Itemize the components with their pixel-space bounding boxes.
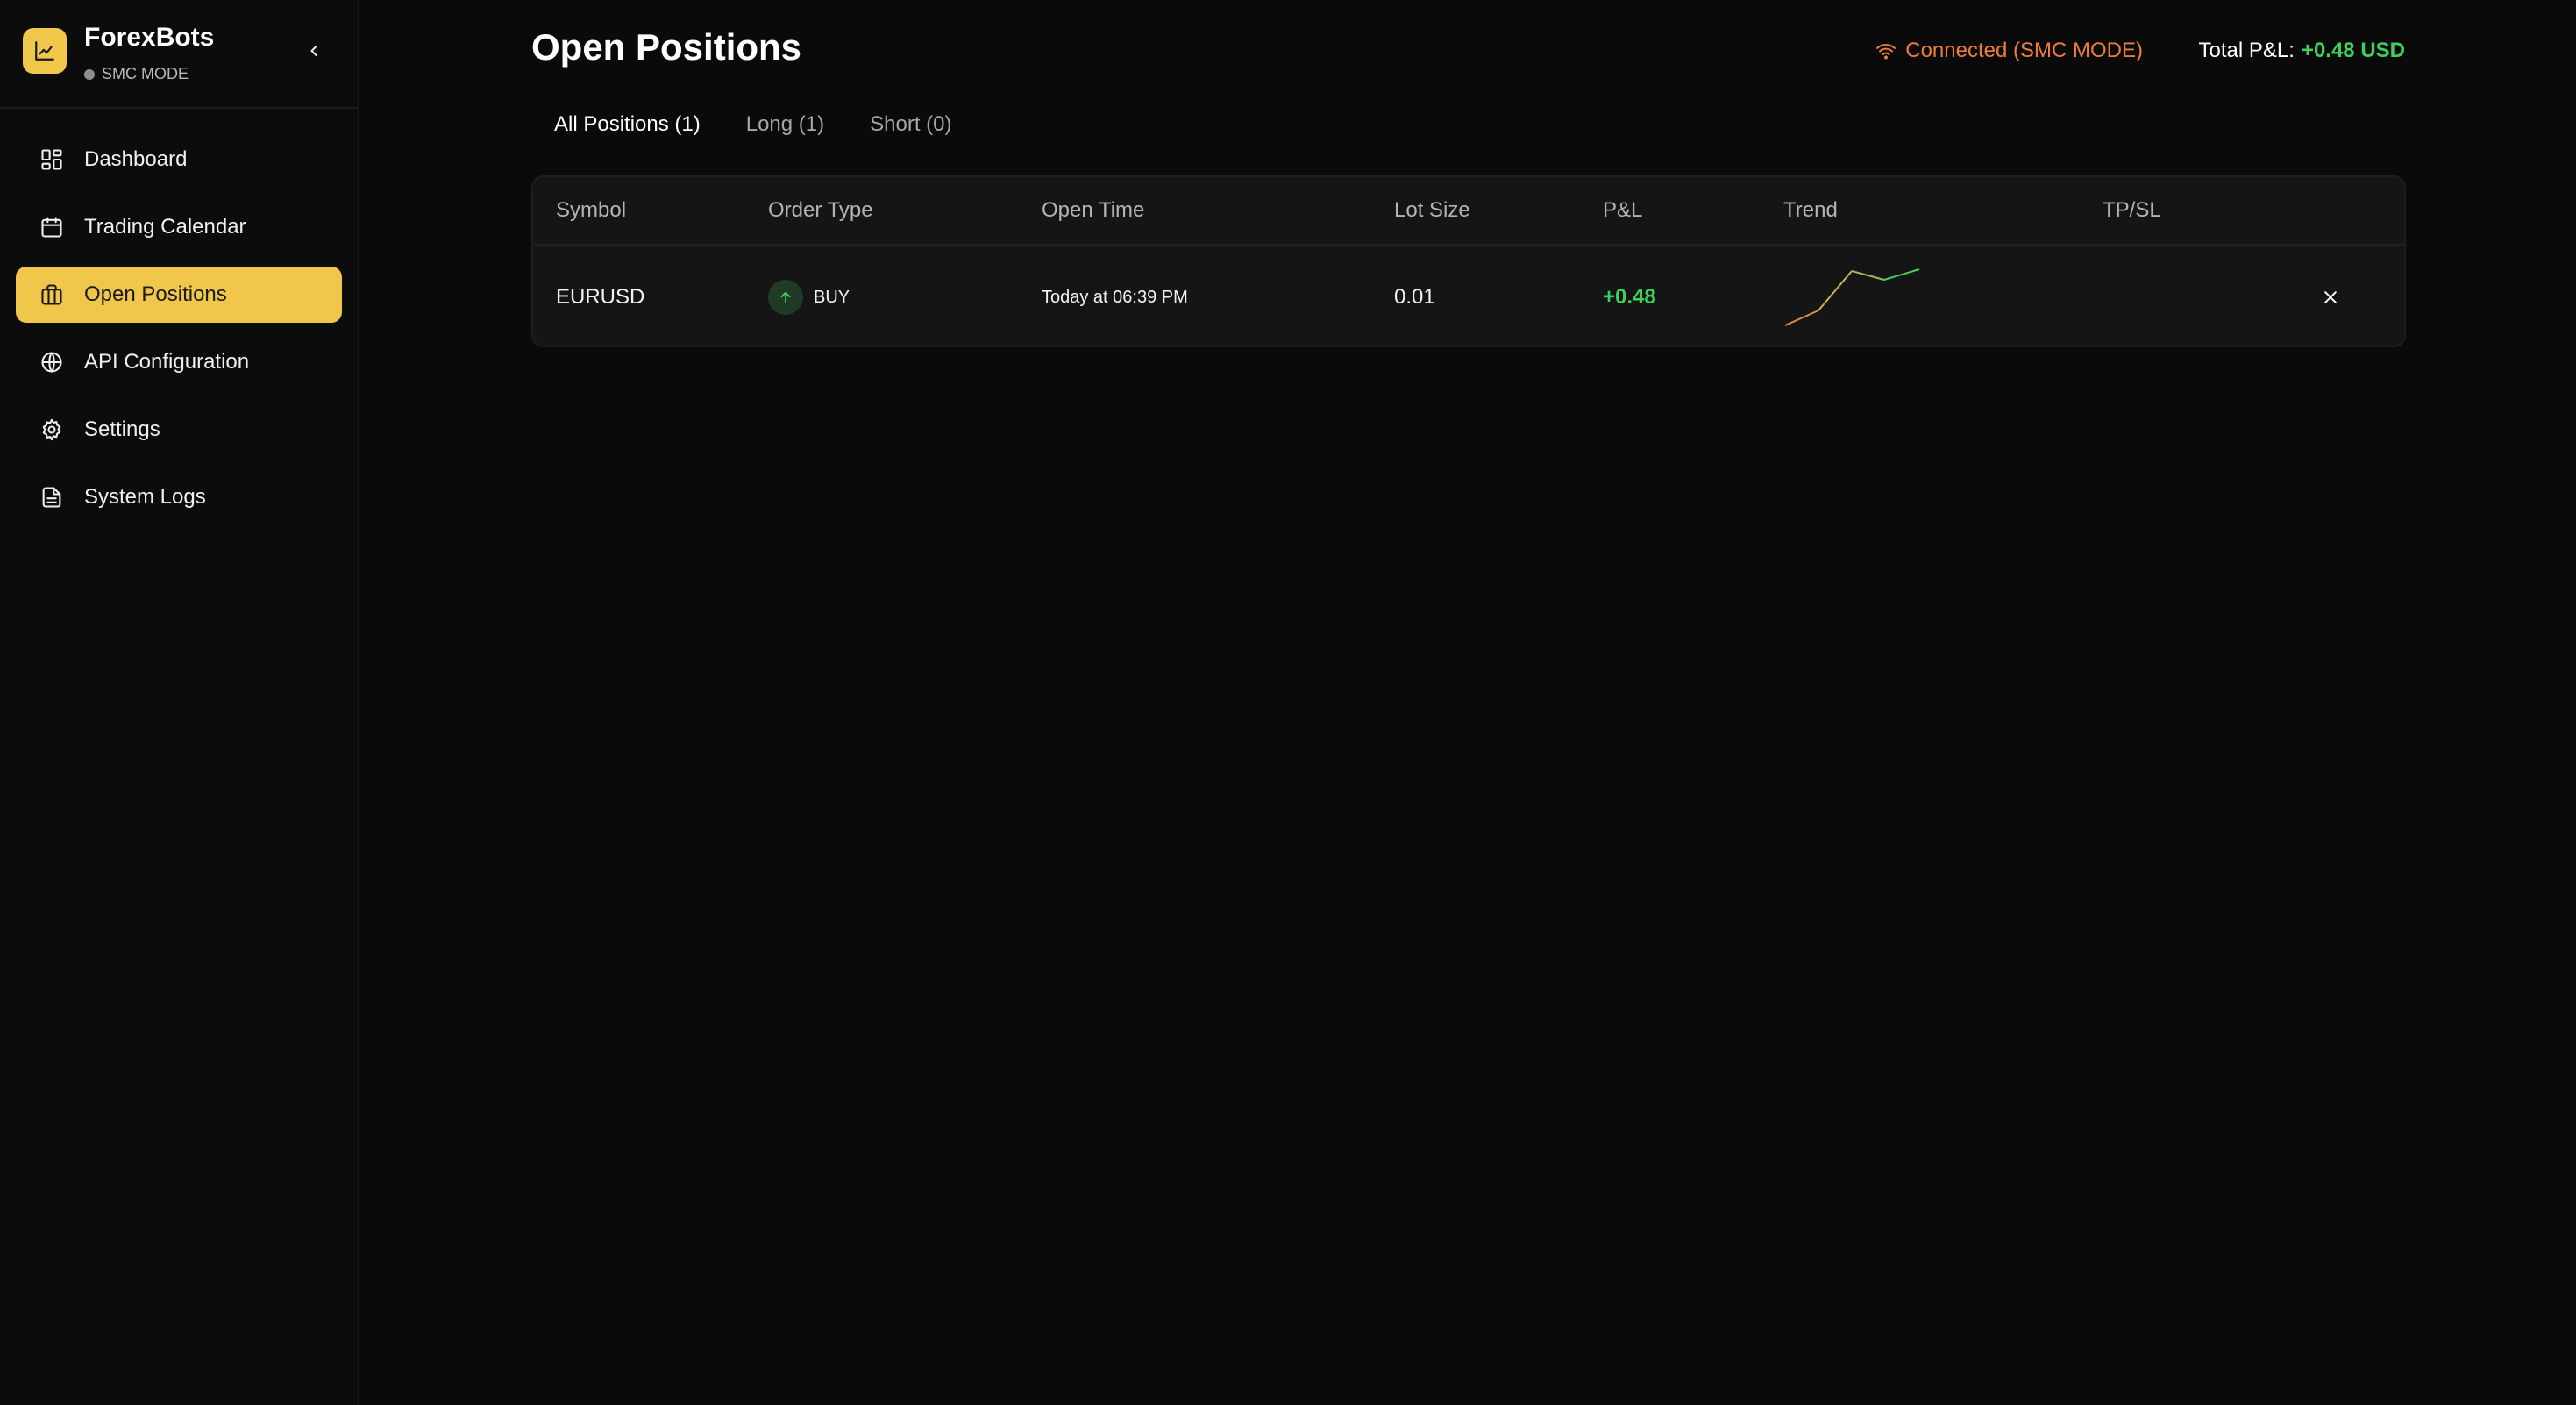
cell-pnl: +0.48 [1603,285,1656,309]
page-title: Open Positions [531,26,802,68]
connection-status: Connected (SMC MODE) [1875,39,2143,63]
sidebar-item-label: Settings [84,417,160,441]
briefcase-icon [39,282,65,308]
tab-all-positions[interactable]: All Positions (1) [531,109,723,140]
sidebar-nav: Dashboard Trading Calendar Open Position… [16,132,342,537]
sidebar-item-label: API Configuration [84,350,250,374]
sidebar-item-label: Open Positions [84,282,227,306]
connection-status-label: Connected (SMC MODE) [1905,39,2143,62]
status-dot-icon [84,68,95,80]
calendar-icon [39,214,65,240]
column-header-symbol: Symbol [556,198,627,222]
tab-long[interactable]: Long (1) [723,109,847,140]
sidebar-item-label: System Logs [84,485,206,509]
chevron-left-icon [310,46,317,56]
sidebar-item-trading-calendar[interactable]: Trading Calendar [16,199,342,255]
document-icon [39,484,65,510]
cell-symbol: EURUSD [556,285,645,309]
chart-line-icon [23,28,67,74]
brand-mode-label: SMC MODE [102,65,189,82]
order-type-label: BUY [814,287,850,307]
cell-lot-size: 0.01 [1394,285,1435,309]
trend-sparkline [1784,268,1920,326]
column-header-open-time: Open Time [1042,198,1145,222]
column-header-lot-size: Lot Size [1394,198,1470,222]
sidebar-item-system-logs[interactable]: System Logs [16,469,342,525]
sidebar-item-dashboard[interactable]: Dashboard [16,132,342,188]
cell-open-time: Today at 06:39 PM [1042,287,1188,307]
column-header-trend: Trend [1783,198,1838,222]
sidebar-item-open-positions[interactable]: Open Positions [16,267,342,323]
total-pnl-label: Total P&L: [2198,39,2295,62]
close-icon [2324,291,2337,303]
brand-name: ForexBots [84,23,215,52]
tab-short[interactable]: Short (0) [847,109,974,140]
total-pnl-value: +0.48 USD [2301,39,2405,62]
gear-icon [39,417,65,443]
dashboard-icon [39,146,65,173]
sidebar-item-api-configuration[interactable]: API Configuration [16,334,342,390]
brand-mode: SMC MODE [84,65,189,83]
sidebar: ForexBots SMC MODE Dashboard Trading Cal… [0,0,359,1405]
brand-header: ForexBots SMC MODE [0,0,358,109]
cell-actions [2315,247,2346,347]
wifi-icon [1876,44,1896,60]
column-header-tp-sl: TP/SL [2103,198,2161,222]
sidebar-item-label: Trading Calendar [84,215,246,239]
cell-order-type: BUY [768,247,850,347]
table-header: Symbol Order Type Open Time Lot Size P&L… [533,177,2404,246]
close-position-button[interactable] [2315,282,2346,313]
position-tabs: All Positions (1) Long (1) Short (0) [531,109,975,140]
globe-icon [39,349,65,375]
cell-trend [1783,247,1924,347]
sidebar-item-label: Dashboard [84,147,188,171]
sidebar-item-settings[interactable]: Settings [16,402,342,458]
app-root: ForexBots SMC MODE Dashboard Trading Cal… [0,0,2576,1405]
column-header-order-type: Order Type [768,198,873,222]
total-pnl: Total P&L: +0.48 USD [2199,39,2405,63]
collapse-sidebar-button[interactable] [302,39,326,63]
arrow-up-icon [768,280,803,315]
column-header-pnl: P&L [1603,198,1643,222]
table-row[interactable]: EURUSD BUY Today at 06:39 PM 0.01 +0.48 [533,247,2404,347]
positions-table: Symbol Order Type Open Time Lot Size P&L… [531,175,2406,347]
